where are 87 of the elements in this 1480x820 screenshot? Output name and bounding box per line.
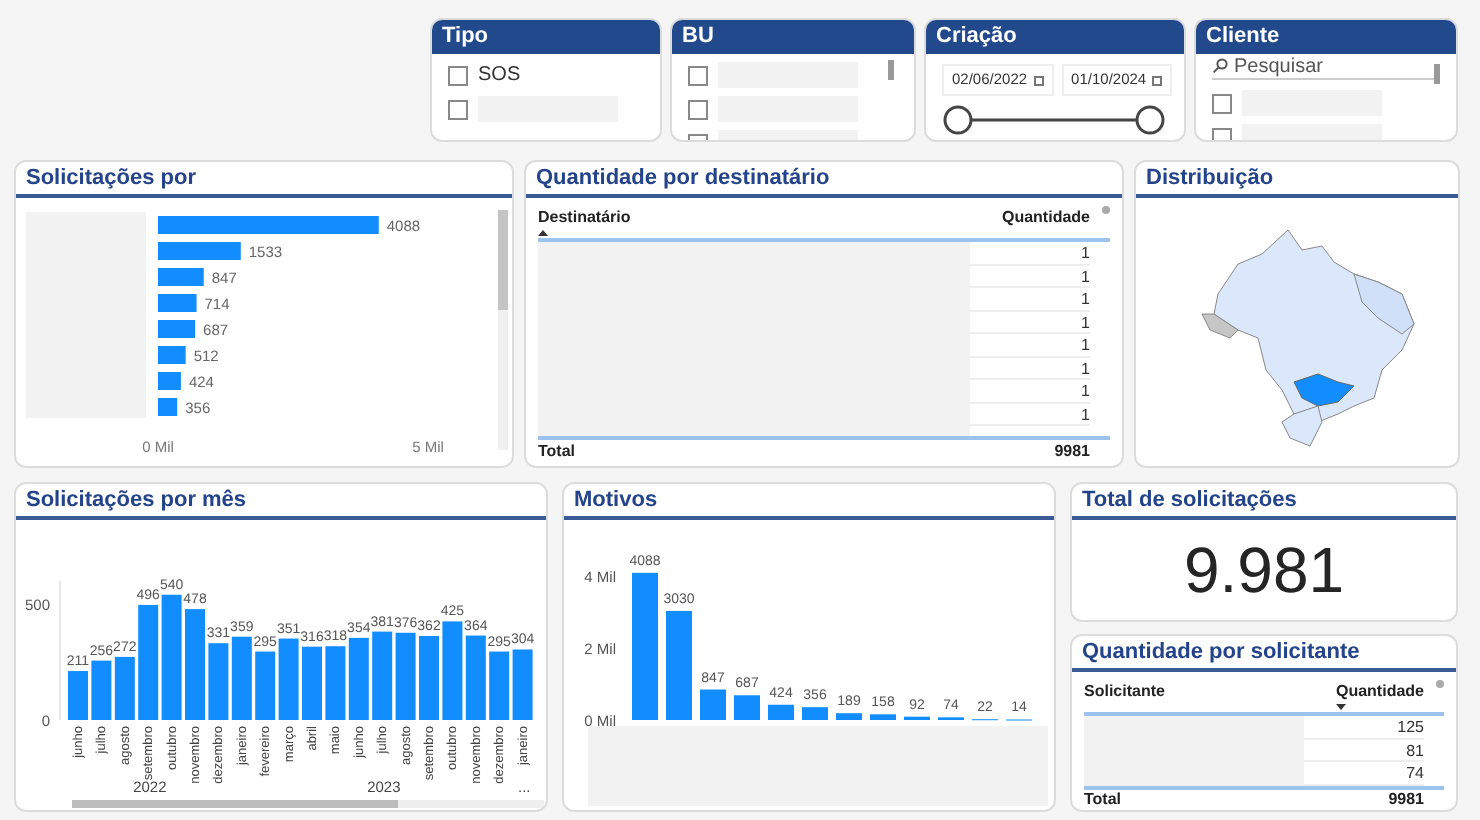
total-value: 9981 [1054,439,1090,463]
checkbox[interactable] [1212,93,1232,113]
checkbox[interactable] [688,65,708,85]
card-title: Quantidade por destinatário [536,163,830,194]
table-cell: 1 [970,311,1090,334]
total-label: Total [538,439,576,463]
checkbox[interactable] [448,99,468,119]
calendar-icon [1033,75,1044,85]
dot-icon [1102,206,1110,214]
bar [700,689,726,720]
bar [768,704,794,720]
search-icon [1212,58,1228,74]
sort-down-icon [1335,704,1346,710]
table-cell: 1 [970,242,1090,265]
table-cell: 1 [970,357,1090,380]
search-field[interactable]: Pesquisar [1212,54,1434,80]
bar [442,621,463,720]
slider-thumb[interactable] [1135,105,1165,135]
bar [231,636,252,720]
bar [302,646,322,720]
bar [68,671,88,720]
slider-thumb[interactable] [943,105,973,135]
bar [138,604,159,720]
scrollbar[interactable] [398,800,544,808]
bar [158,294,197,312]
card-title: Quantidade por solicitante [1082,637,1360,668]
bar [158,372,181,390]
checkbox[interactable] [688,99,708,119]
card-title: Distribuição [1146,163,1274,194]
table-cell: 1 [970,403,1090,426]
bar [666,610,692,720]
bar [158,242,241,260]
bar [836,713,862,720]
table-cell: 1 [970,334,1090,357]
scrollbar[interactable] [498,310,508,450]
card-title: Total de solicitações [1082,485,1297,516]
bar [348,637,369,720]
scrollbar-thumb[interactable] [498,210,508,310]
bar [278,638,299,720]
total-value: 9981 [1388,788,1424,810]
bar [158,398,178,416]
slicer-title: BU [682,22,714,53]
table-cell: 74 [1304,762,1424,785]
bar [91,660,112,720]
bar [158,320,196,338]
slicer-title: Tipo [442,22,489,53]
total-label: Total [1084,788,1122,810]
card-title: Motivos [574,485,658,516]
bar [185,609,205,720]
table-cell: 1 [970,380,1090,403]
bar [158,346,186,364]
calendar-icon [1152,75,1163,85]
column-header[interactable]: Solicitante [1084,680,1165,704]
bar [372,631,393,720]
scrollbar[interactable] [1434,64,1440,84]
column-header[interactable]: Quantidade [1335,680,1424,704]
option-label: SOS [478,62,521,90]
bar [512,649,533,720]
table-cell: 1 [970,288,1090,311]
bar [734,695,760,720]
column-header[interactable]: Destinatário [538,206,631,230]
checkbox[interactable] [448,65,468,85]
bar [158,268,204,286]
column-header[interactable]: Quantidade [1001,206,1090,230]
slicer-title: Cliente [1206,22,1280,53]
bar [161,594,182,720]
bar [395,632,416,720]
bar [489,651,510,720]
dot-icon [1436,680,1444,688]
card-title: Solicitações por mês [26,485,247,516]
scrollbar[interactable] [888,60,894,80]
card-title: Solicitações por [26,163,196,194]
bar [419,636,439,720]
table-cell: 125 [1304,716,1424,739]
bar [255,651,276,720]
bar [114,656,135,720]
bar [870,714,896,720]
total-value: 9.981 [1183,538,1345,602]
bar [802,707,828,720]
sort-up-icon [538,230,548,236]
slicer-title: Criação [936,22,1017,53]
scrollbar-thumb[interactable] [72,800,398,808]
table-cell: 1 [970,265,1090,288]
bar [325,646,346,720]
table-cell: 81 [1304,739,1424,762]
bar [208,643,229,720]
bar [465,635,486,720]
